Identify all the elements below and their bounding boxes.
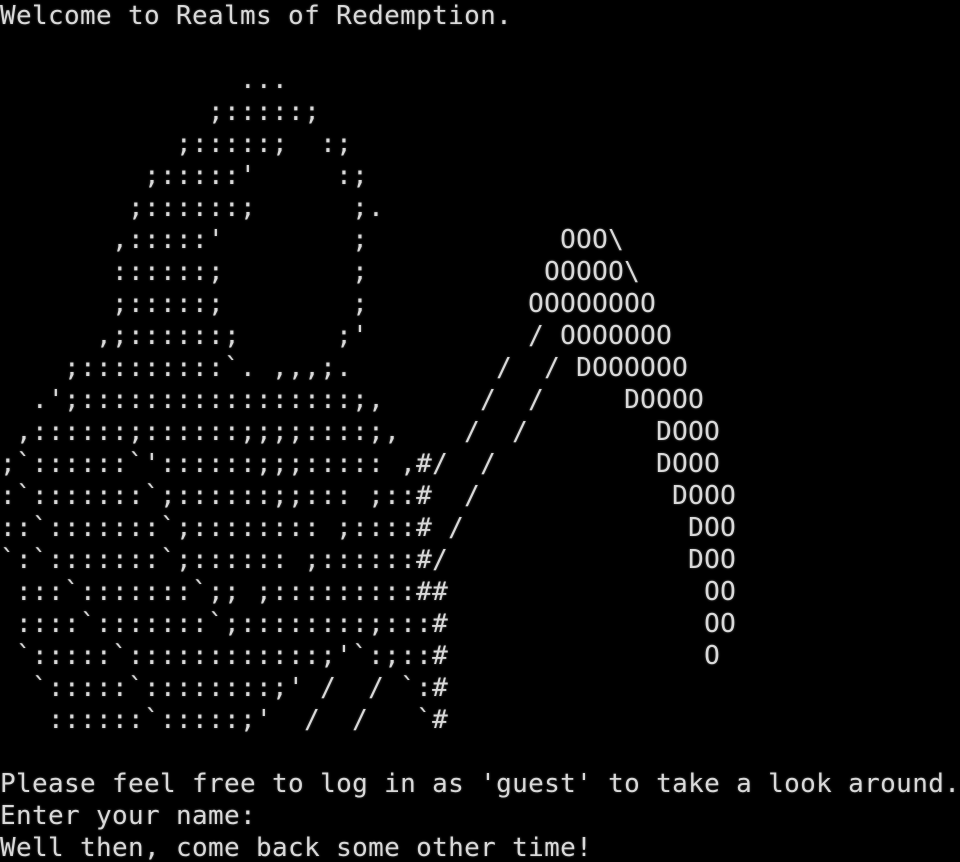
ascii-art-line: `:`:::::::`;:::::: ;::::::#/ DOO	[0, 545, 737, 575]
terminal-window[interactable]: Welcome to Realms of Redemption. ... ;::…	[0, 0, 960, 862]
ascii-art-line: ;::::::; ;.	[0, 193, 385, 223]
goodbye-message: Well then, come back some other time!	[0, 833, 593, 862]
ascii-art-line: ;`::::::`'::::::;;;::::: ,#/ / DOOO	[0, 449, 721, 479]
welcome-message: Welcome to Realms of Redemption.	[0, 1, 513, 31]
ascii-art-line: ;:::::' :;	[0, 161, 369, 191]
ascii-art-line: ;:::::; ; OOOOOOOO	[0, 289, 657, 319]
ascii-art-line: ,;::::::; ;' / OOOOOOO	[0, 321, 673, 351]
ascii-art-line: :::`:::::::`;; ;:::::::::## OO	[0, 577, 737, 607]
ascii-art-line: ::::::`:::::;' / / `#	[0, 705, 449, 735]
ascii-art-line: `:::::`::::::::;' / / `:#	[0, 673, 449, 703]
ascii-art-line: ::`:::::::`;:::::::: ;::::# / DOO	[0, 513, 737, 543]
ascii-art-line: ...	[0, 65, 289, 95]
ascii-art-line: ,::::::;::::::;;;;::::;, / / DOOO	[0, 417, 721, 447]
ascii-art-line: :`:::::::`;::::::;;::: ;::# / DOOO	[0, 481, 737, 511]
ascii-art-line: .';:::::::::::::::::;, / / DOOOO	[0, 385, 705, 415]
ascii-art-line: `:::::`::::::::::::;'`:;::# O	[0, 641, 721, 671]
ascii-art-line: ;:::::::::`. ,,,;. / / DOOOOOO	[0, 353, 689, 383]
ascii-art-line: ;:::::; :;	[0, 129, 353, 159]
guest-login-hint: Please feel free to log in as 'guest' to…	[0, 769, 960, 799]
ascii-art-line: ,:::::' ; OOO\	[0, 225, 625, 255]
ascii-art-line: ;:::::;	[0, 97, 321, 127]
ascii-art-line: ::::::; ; OOOOO\	[0, 257, 641, 287]
name-prompt[interactable]: Enter your name:	[0, 800, 256, 832]
ascii-art-line: ::::`:::::::`;::::::::;:::# OO	[0, 609, 737, 639]
